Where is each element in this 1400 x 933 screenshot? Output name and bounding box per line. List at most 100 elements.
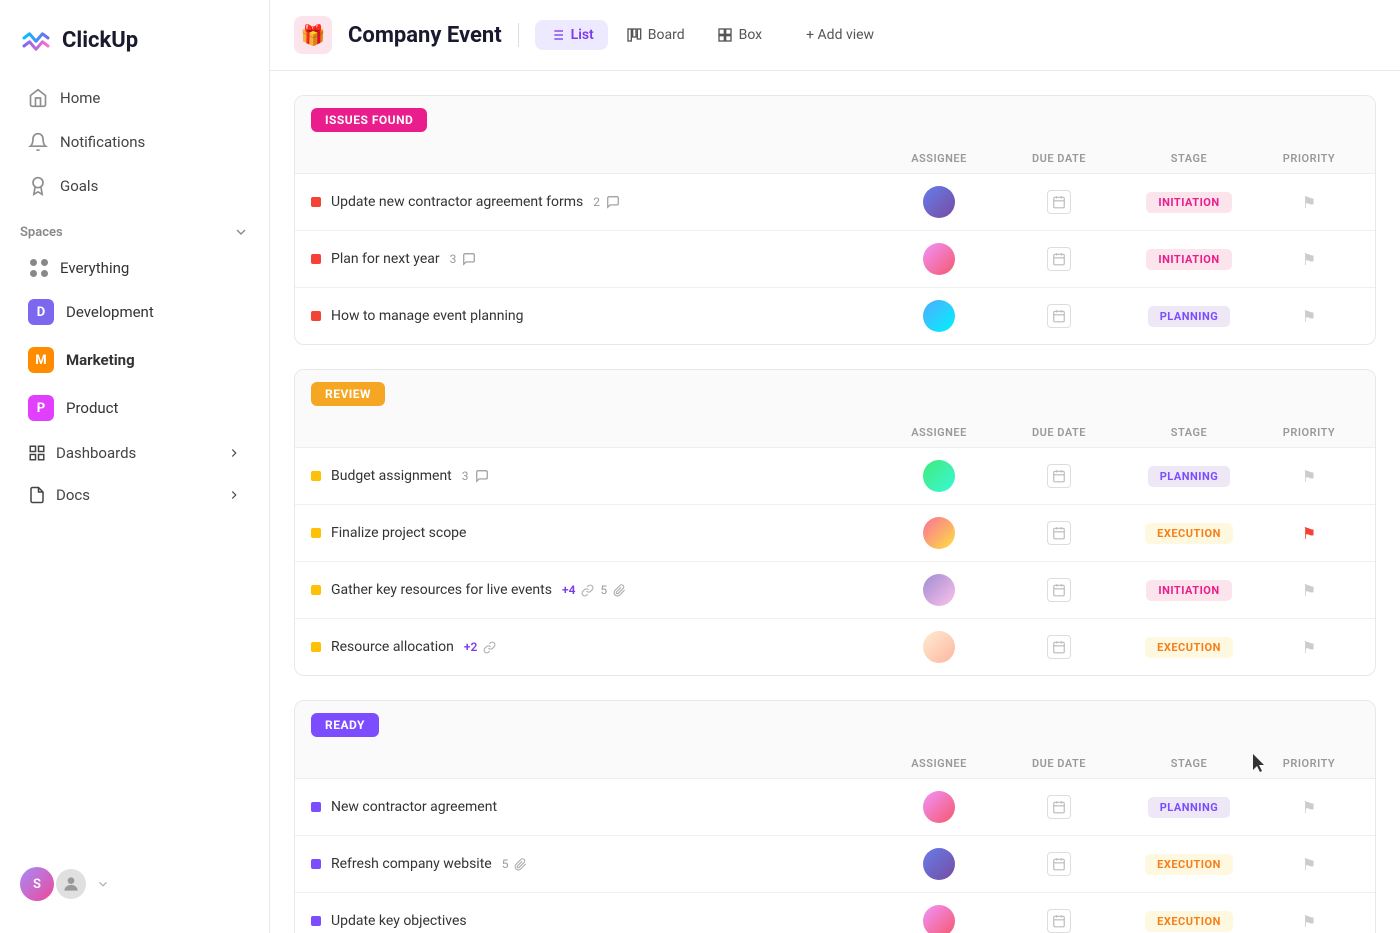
due-date-cell[interactable] bbox=[999, 521, 1119, 545]
date-picker-icon[interactable] bbox=[1047, 852, 1071, 876]
calendar-icon bbox=[1052, 252, 1066, 266]
due-date-cell[interactable] bbox=[999, 464, 1119, 488]
main-content: 🎁 Company Event List Board bbox=[270, 0, 1400, 933]
table-row: Budget assignment 3 PLANNING bbox=[295, 448, 1375, 505]
stage-badge[interactable]: INITIATION bbox=[1146, 192, 1231, 213]
tab-box[interactable]: Box bbox=[703, 20, 777, 50]
date-picker-icon[interactable] bbox=[1047, 304, 1071, 328]
task-title[interactable]: Finalize project scope bbox=[331, 525, 466, 541]
due-date-cell[interactable] bbox=[999, 190, 1119, 214]
date-picker-icon[interactable] bbox=[1047, 635, 1071, 659]
stage-badge[interactable]: INITIATION bbox=[1146, 249, 1231, 270]
date-picker-icon[interactable] bbox=[1047, 464, 1071, 488]
assignee-cell bbox=[879, 460, 999, 492]
task-dot-yellow bbox=[311, 642, 321, 652]
date-picker-icon[interactable] bbox=[1047, 190, 1071, 214]
sidebar-item-dashboards[interactable]: Dashboards bbox=[8, 434, 261, 472]
flag-icon[interactable]: ⚑ bbox=[1302, 250, 1316, 269]
flag-icon[interactable]: ⚑ bbox=[1302, 581, 1316, 600]
task-title[interactable]: Budget assignment bbox=[331, 468, 452, 484]
task-title[interactable]: New contractor agreement bbox=[331, 799, 497, 815]
stage-cell: EXECUTION bbox=[1119, 911, 1259, 932]
sidebar-item-goals[interactable]: Goals bbox=[8, 166, 261, 206]
flag-icon[interactable]: ⚑ bbox=[1302, 524, 1316, 543]
due-date-cell[interactable] bbox=[999, 795, 1119, 819]
flag-icon[interactable]: ⚑ bbox=[1302, 307, 1316, 326]
stage-badge[interactable]: INITIATION bbox=[1146, 580, 1231, 601]
user-avatar-s[interactable]: S bbox=[20, 867, 54, 901]
col-assignee-review: ASSIGNEE bbox=[879, 426, 999, 439]
due-date-cell[interactable] bbox=[999, 247, 1119, 271]
sidebar-item-home[interactable]: Home bbox=[8, 78, 261, 118]
stage-badge[interactable]: EXECUTION bbox=[1145, 637, 1233, 658]
stage-badge[interactable]: PLANNING bbox=[1148, 797, 1231, 818]
stage-badge[interactable]: EXECUTION bbox=[1145, 523, 1233, 544]
comment-icon bbox=[606, 195, 620, 209]
sidebar-item-development[interactable]: D Development bbox=[8, 290, 261, 334]
flag-icon[interactable]: ⚑ bbox=[1302, 912, 1316, 931]
tab-list[interactable]: List bbox=[535, 20, 608, 50]
task-title[interactable]: Plan for next year bbox=[331, 251, 440, 267]
date-picker-icon[interactable] bbox=[1047, 795, 1071, 819]
project-title: Company Event bbox=[348, 23, 502, 48]
task-title[interactable]: How to manage event planning bbox=[331, 308, 523, 324]
sidebar-item-marketing[interactable]: M Marketing bbox=[8, 338, 261, 382]
flag-icon[interactable]: ⚑ bbox=[1302, 193, 1316, 212]
sidebar-item-docs[interactable]: Docs bbox=[8, 476, 261, 514]
col-name-review bbox=[311, 426, 879, 439]
add-view-button[interactable]: + Add view bbox=[792, 20, 888, 50]
task-name-cell: Gather key resources for live events +4 … bbox=[311, 582, 879, 598]
link-icon bbox=[581, 584, 594, 597]
task-title[interactable]: Update key objectives bbox=[331, 913, 467, 929]
stage-badge[interactable]: EXECUTION bbox=[1145, 854, 1233, 875]
due-date-cell[interactable] bbox=[999, 578, 1119, 602]
due-date-cell[interactable] bbox=[999, 852, 1119, 876]
stage-cell: EXECUTION bbox=[1119, 637, 1259, 658]
stage-badge[interactable]: EXECUTION bbox=[1145, 911, 1233, 932]
date-picker-icon[interactable] bbox=[1047, 521, 1071, 545]
due-date-cell[interactable] bbox=[999, 909, 1119, 933]
box-view-icon bbox=[717, 27, 733, 43]
tab-board-label: Board bbox=[648, 27, 685, 43]
priority-cell: ⚑ bbox=[1259, 307, 1359, 326]
date-picker-icon[interactable] bbox=[1047, 247, 1071, 271]
extra-count: +2 bbox=[464, 640, 477, 654]
due-date-cell[interactable] bbox=[999, 304, 1119, 328]
priority-cell: ⚑ bbox=[1259, 581, 1359, 600]
dashboards-label: Dashboards bbox=[56, 444, 136, 462]
sidebar: ClickUp Home Notifications Goals Spaces … bbox=[0, 0, 270, 933]
sidebar-item-notifications-label: Notifications bbox=[60, 133, 145, 151]
chevron-down-icon[interactable] bbox=[233, 224, 249, 240]
col-stage-review: STAGE bbox=[1119, 426, 1259, 439]
due-date-cell[interactable] bbox=[999, 635, 1119, 659]
table-row: Resource allocation +2 EXECUTION bbox=[295, 619, 1375, 675]
sidebar-item-product[interactable]: P Product bbox=[8, 386, 261, 430]
sidebar-item-notifications[interactable]: Notifications bbox=[8, 122, 261, 162]
flag-icon[interactable]: ⚑ bbox=[1302, 467, 1316, 486]
docs-icon bbox=[28, 486, 46, 504]
flag-icon[interactable]: ⚑ bbox=[1302, 638, 1316, 657]
stage-badge[interactable]: PLANNING bbox=[1148, 306, 1231, 327]
sidebar-item-everything[interactable]: Everything bbox=[8, 250, 261, 286]
flag-icon[interactable]: ⚑ bbox=[1302, 798, 1316, 817]
task-title[interactable]: Gather key resources for live events bbox=[331, 582, 552, 598]
dashboards-left: Dashboards bbox=[28, 444, 136, 462]
task-title[interactable]: Update new contractor agreement forms bbox=[331, 194, 583, 210]
stage-badge[interactable]: PLANNING bbox=[1148, 466, 1231, 487]
everything-grid-icon bbox=[30, 259, 48, 277]
task-dot-yellow bbox=[311, 528, 321, 538]
avatar bbox=[923, 186, 955, 218]
task-title[interactable]: Resource allocation bbox=[331, 639, 454, 655]
section-issues-header: ISSUES FOUND bbox=[295, 96, 1375, 144]
tab-board[interactable]: Board bbox=[612, 20, 699, 50]
flag-icon[interactable]: ⚑ bbox=[1302, 855, 1316, 874]
user-menu-chevron-icon[interactable] bbox=[96, 877, 110, 891]
task-dot-purple bbox=[311, 916, 321, 926]
task-title[interactable]: Refresh company website bbox=[331, 856, 492, 872]
date-picker-icon[interactable] bbox=[1047, 578, 1071, 602]
calendar-icon bbox=[1052, 914, 1066, 928]
user-avatar-photo[interactable] bbox=[54, 867, 88, 901]
add-view-label: + Add view bbox=[806, 27, 874, 43]
date-picker-icon[interactable] bbox=[1047, 909, 1071, 933]
extra-count: +4 bbox=[562, 583, 575, 597]
